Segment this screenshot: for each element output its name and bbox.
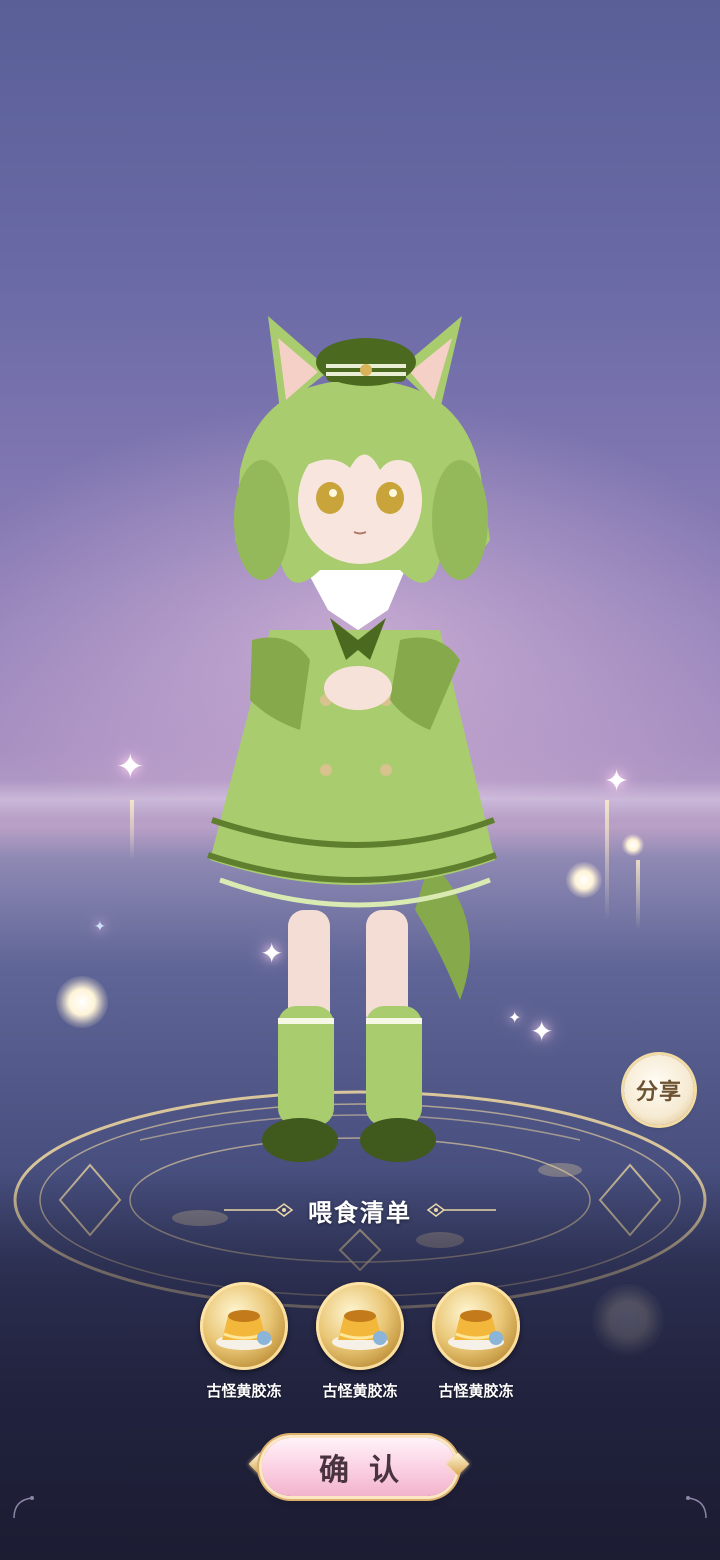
feed-list-panel: 喂食清单 古怪黄胶冻 古怪黄胶冻 古怪黄胶冻 确认 [0,1170,720,1560]
confirm-button-wrap: 确认 [248,1432,470,1500]
corner-ornament-left-icon [13,1496,34,1519]
sea-light-reflection [605,800,609,920]
share-button-label: 分享 [635,1080,682,1105]
sea-light-reflection [636,860,640,930]
pudding-icon [332,1310,388,1350]
light-orb [56,976,108,1028]
confirm-button[interactable]: 确认 [262,1438,456,1496]
food-item-bubble[interactable] [200,1282,288,1370]
food-items-row: 古怪黄胶冻 古怪黄胶冻 古怪黄胶冻 [0,1282,720,1422]
pudding-icon [216,1310,272,1350]
sparkle-icon: ✦ [94,919,106,935]
light-orb [566,862,602,898]
character-avatar[interactable] [190,300,530,1200]
share-button[interactable]: 分享 [624,1055,694,1125]
sparkle-icon: ✦ [604,764,630,799]
light-orb [622,834,644,856]
food-item[interactable]: 古怪黄胶冻 [421,1282,531,1401]
food-item-name: 古怪黄胶冻 [438,1382,514,1400]
feed-list-title: 喂食清单 [308,1198,412,1227]
sparkle-icon: ✦ [530,1015,554,1048]
ornament-right-icon [426,1203,496,1217]
sparkle-icon: ✦ [116,747,145,787]
food-item-bubble[interactable] [432,1282,520,1370]
food-item[interactable]: 古怪黄胶冻 [305,1282,415,1401]
ornament-left-icon [224,1203,294,1217]
pudding-icon [448,1310,504,1350]
corner-ornament-right-icon [686,1496,707,1519]
sea-light-reflection [130,800,134,860]
feed-title-row: 喂食清单 [0,1190,720,1230]
food-item-bubble[interactable] [316,1282,404,1370]
game-scene: ✦ ✦ ✦ ✦ ✦ ✦ 分享 喂食清单 古怪黄胶冻 古怪黄胶冻 古怪黄胶冻 确认 [0,0,720,1560]
food-item[interactable]: 古怪黄胶冻 [189,1282,299,1401]
food-item-name: 古怪黄胶冻 [322,1382,398,1400]
food-item-name: 古怪黄胶冻 [206,1382,282,1400]
confirm-button-label: 确认 [319,1453,419,1488]
